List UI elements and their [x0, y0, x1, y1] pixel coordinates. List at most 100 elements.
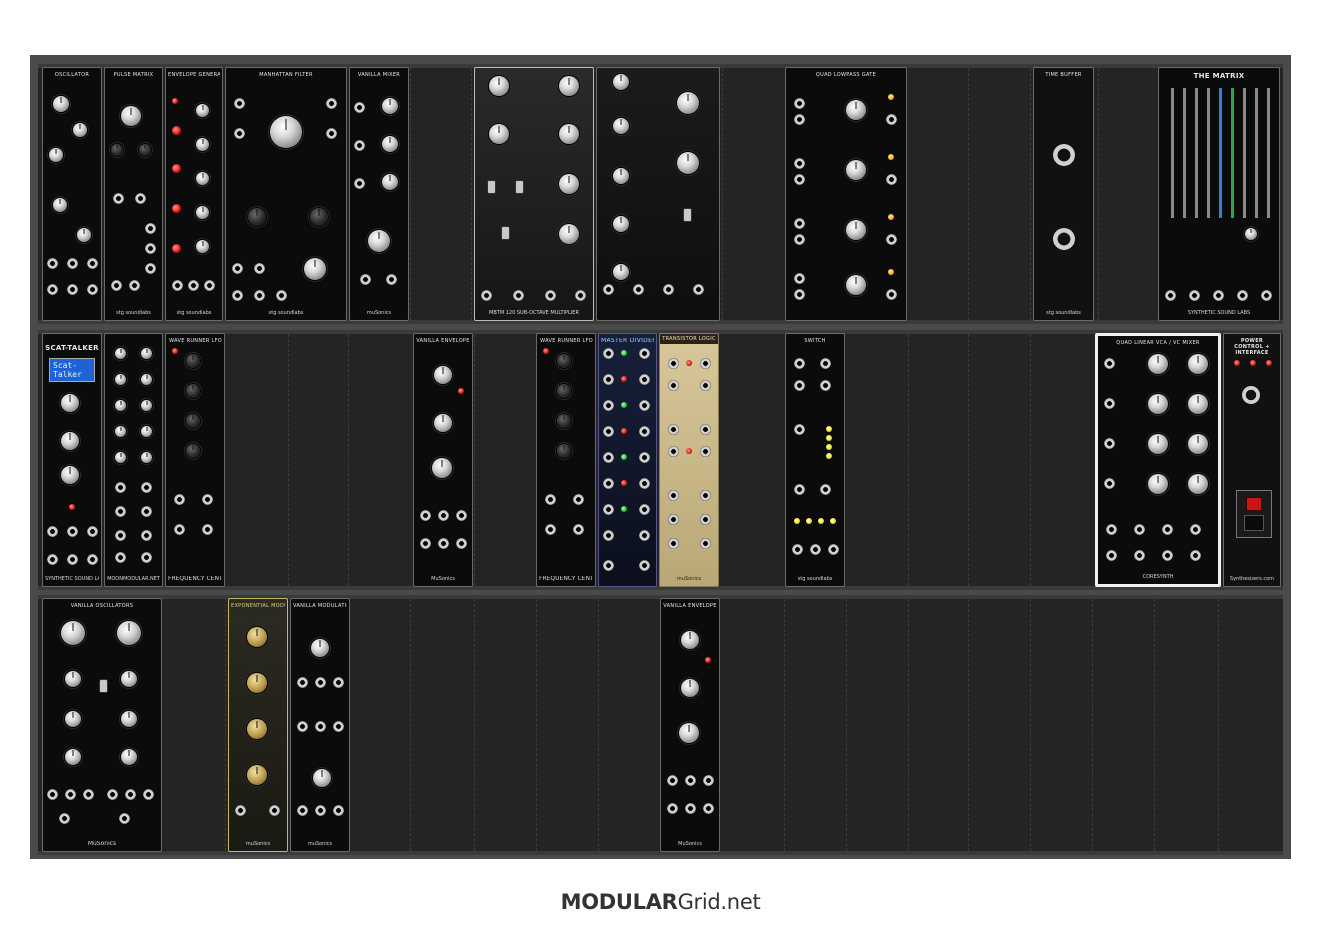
dc-power-connector[interactable]: [1242, 386, 1260, 404]
jack[interactable]: [47, 789, 58, 800]
knob[interactable]: [141, 348, 152, 359]
module-quad-lowpass-gate[interactable]: QUAD LOWPASS GATE: [785, 67, 907, 321]
jack[interactable]: [794, 273, 805, 284]
jack[interactable]: [639, 452, 650, 463]
jack[interactable]: [794, 234, 805, 245]
module-oscillator[interactable]: OSCILLATOR: [42, 67, 102, 321]
jack[interactable]: [269, 805, 280, 816]
jack[interactable]: [828, 544, 839, 555]
knob[interactable]: [846, 160, 866, 180]
jack[interactable]: [115, 552, 126, 563]
jack[interactable]: [685, 775, 696, 786]
knob[interactable]: [247, 673, 267, 693]
jack[interactable]: [174, 524, 185, 535]
jack[interactable]: [700, 514, 711, 525]
knob[interactable]: [846, 275, 866, 295]
jack[interactable]: [1106, 550, 1117, 561]
jack[interactable]: [639, 504, 650, 515]
jack[interactable]: [438, 538, 449, 549]
jack[interactable]: [67, 284, 78, 295]
jack[interactable]: [297, 805, 308, 816]
module-pulse-matrix[interactable]: PULSE MATRIX stg soundlabs: [104, 67, 163, 321]
knob[interactable]: [115, 452, 126, 463]
din-sync-output[interactable]: [1053, 228, 1075, 250]
jack[interactable]: [792, 544, 803, 555]
knob[interactable]: [61, 394, 79, 412]
jack[interactable]: [703, 803, 714, 814]
jack[interactable]: [639, 530, 650, 541]
jack[interactable]: [420, 538, 431, 549]
knob[interactable]: [311, 639, 329, 657]
knob[interactable]: [196, 172, 209, 185]
toggle-switch[interactable]: [515, 180, 524, 194]
knob[interactable]: [1148, 354, 1168, 374]
jack[interactable]: [232, 263, 243, 274]
jack[interactable]: [703, 775, 714, 786]
jack[interactable]: [886, 174, 897, 185]
jack[interactable]: [820, 380, 831, 391]
jack[interactable]: [145, 243, 156, 254]
knob[interactable]: [111, 144, 123, 156]
jack[interactable]: [59, 813, 70, 824]
knob[interactable]: [679, 723, 699, 743]
jack[interactable]: [603, 530, 614, 541]
jack[interactable]: [668, 446, 679, 457]
jack[interactable]: [794, 114, 805, 125]
knob[interactable]: [434, 366, 452, 384]
knob[interactable]: [681, 631, 699, 649]
knob[interactable]: [196, 104, 209, 117]
knob[interactable]: [270, 116, 302, 148]
jack[interactable]: [1261, 290, 1272, 301]
jack[interactable]: [141, 552, 152, 563]
module-modulation-oscillator[interactable]: [596, 67, 720, 321]
knob[interactable]: [557, 384, 571, 398]
knob[interactable]: [557, 444, 571, 458]
jack[interactable]: [113, 193, 124, 204]
jack[interactable]: [174, 494, 185, 505]
knob[interactable]: [121, 749, 137, 765]
jack[interactable]: [603, 348, 614, 359]
jack[interactable]: [354, 178, 365, 189]
jack[interactable]: [360, 274, 371, 285]
jack[interactable]: [188, 280, 199, 291]
knob[interactable]: [1188, 474, 1208, 494]
knob[interactable]: [141, 374, 152, 385]
jack[interactable]: [111, 280, 122, 291]
jack[interactable]: [794, 484, 805, 495]
jack[interactable]: [1134, 550, 1145, 561]
knob[interactable]: [115, 348, 126, 359]
module-wave-runner-lfo[interactable]: WAVE RUNNER LFO FREQUENCY CENTRAL: [165, 333, 225, 587]
jack[interactable]: [145, 223, 156, 234]
jack[interactable]: [794, 380, 805, 391]
jack[interactable]: [1189, 290, 1200, 301]
module-vanilla-mixer[interactable]: VANILLA MIXER muSonics: [349, 67, 409, 321]
module-dual-envelope[interactable]: MOONMODULAR.NET: [104, 333, 163, 587]
jack[interactable]: [513, 290, 524, 301]
jack[interactable]: [545, 290, 556, 301]
jack[interactable]: [234, 128, 245, 139]
knob[interactable]: [115, 374, 126, 385]
jack[interactable]: [354, 140, 365, 151]
jack[interactable]: [481, 290, 492, 301]
jack[interactable]: [639, 478, 650, 489]
knob[interactable]: [489, 124, 509, 144]
knob[interactable]: [186, 354, 200, 368]
jack[interactable]: [326, 98, 337, 109]
module-time-buffer[interactable]: TIME BUFFER stg soundlabs: [1033, 67, 1094, 321]
jack[interactable]: [47, 258, 58, 269]
knob[interactable]: [1188, 354, 1208, 374]
jack[interactable]: [700, 446, 711, 457]
jack[interactable]: [297, 677, 308, 688]
jack[interactable]: [794, 424, 805, 435]
jack[interactable]: [700, 424, 711, 435]
knob[interactable]: [196, 240, 209, 253]
knob[interactable]: [382, 174, 398, 190]
jack[interactable]: [456, 510, 467, 521]
knob[interactable]: [368, 230, 390, 252]
toggle-switch[interactable]: [501, 226, 510, 240]
jack[interactable]: [202, 494, 213, 505]
jack[interactable]: [667, 775, 678, 786]
knob[interactable]: [53, 96, 69, 112]
toggle-switch[interactable]: [683, 208, 692, 222]
knob[interactable]: [1188, 394, 1208, 414]
